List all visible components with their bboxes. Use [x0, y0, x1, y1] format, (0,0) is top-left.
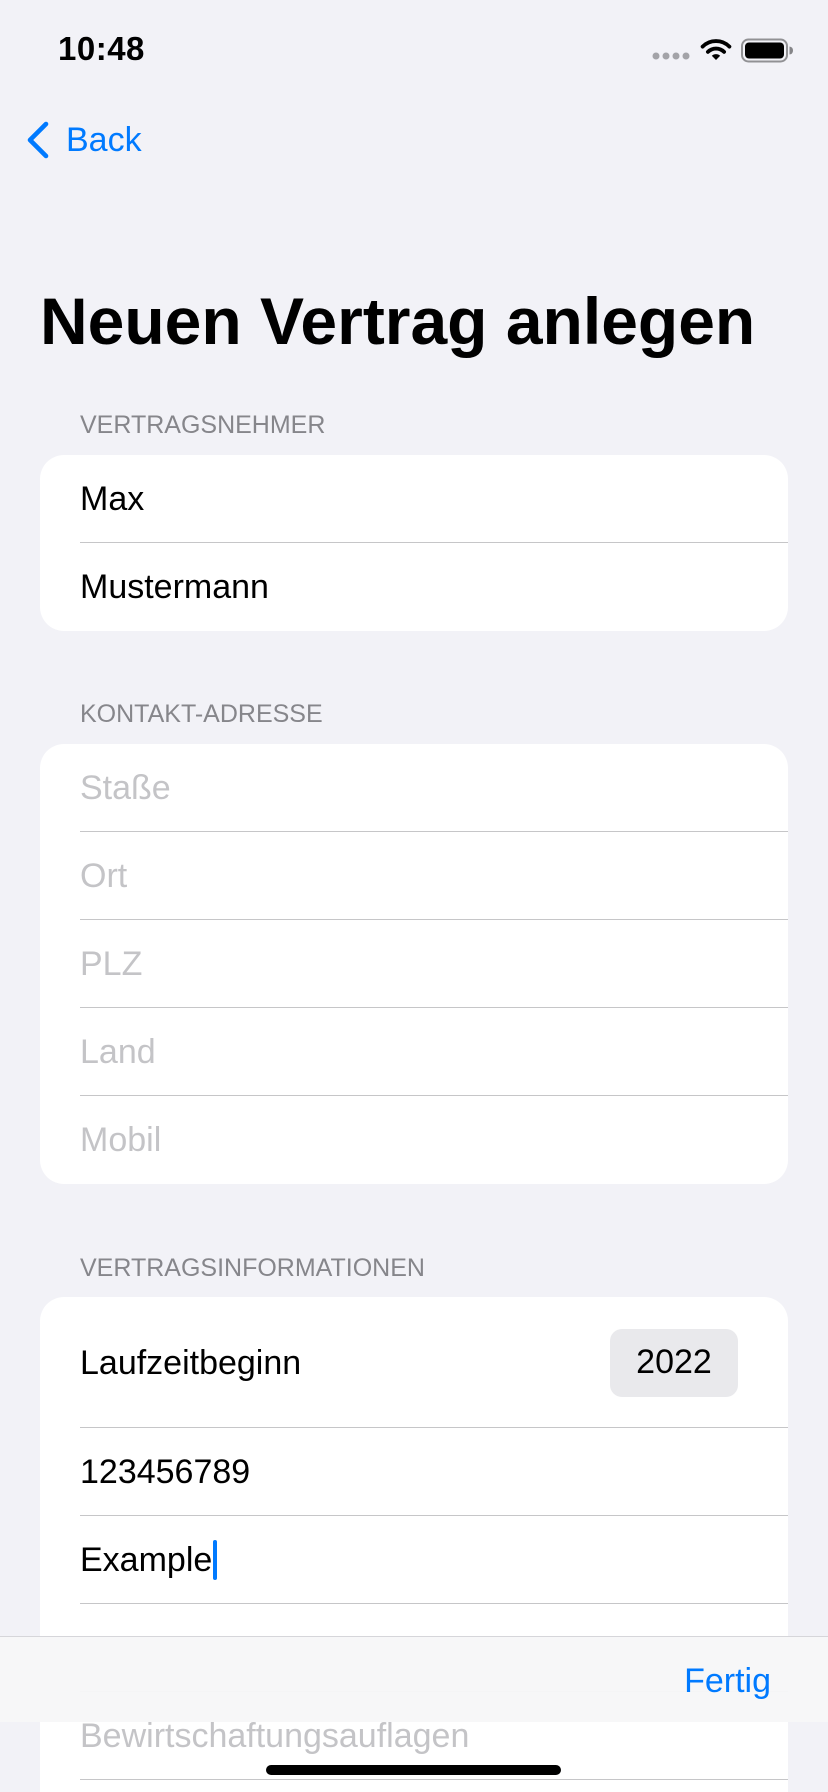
street-field[interactable] — [80, 744, 788, 832]
keyboard-toolbar: Fertig — [0, 1636, 828, 1722]
vertragsnehmer-card — [40, 455, 788, 631]
form-row: Example — [40, 1516, 788, 1604]
page-title: Neuen Vertrag anlegen — [40, 284, 756, 358]
first-name-field[interactable] — [80, 455, 788, 543]
description-field-text: Example — [80, 1540, 213, 1579]
kontakt-card — [40, 744, 788, 1184]
screen: 10:48 Back Neuen Vertrag anlegen VERTRAG… — [0, 0, 828, 1792]
laufzeitbeginn-row: Laufzeitbeginn 2022 — [40, 1297, 788, 1428]
status-time: 10:48 — [58, 30, 145, 67]
laufzeitbeginn-year-button[interactable]: 2022 — [610, 1328, 738, 1397]
battery-icon — [741, 38, 793, 63]
description-field[interactable]: Example — [80, 1516, 218, 1604]
contract-number-field[interactable] — [80, 1428, 788, 1516]
form-row — [40, 1428, 788, 1516]
section-header-kontakt: KONTAKT-ADRESSE — [80, 700, 323, 728]
section-header-vertragsnehmer: VERTRAGSNEHMER — [80, 411, 326, 439]
text-cursor — [213, 1540, 218, 1580]
wifi-icon — [700, 39, 732, 60]
form-row — [40, 920, 788, 1008]
form-row — [40, 832, 788, 920]
form-row — [40, 543, 788, 631]
city-field[interactable] — [80, 832, 788, 920]
home-indicator[interactable] — [266, 1765, 561, 1775]
last-name-field[interactable] — [80, 543, 788, 631]
country-field[interactable] — [80, 1008, 788, 1096]
form-row — [40, 455, 788, 543]
cellular-dots-icon — [652, 52, 690, 60]
back-button[interactable]: Back — [20, 116, 146, 164]
back-label: Back — [66, 121, 142, 159]
mobile-field[interactable] — [80, 1096, 788, 1184]
chevron-left-icon — [27, 121, 49, 159]
form-row — [40, 1096, 788, 1184]
form-row — [40, 1008, 788, 1096]
section-header-vertragsinformationen: VERTRAGSINFORMATIONEN — [80, 1254, 425, 1282]
laufzeitbeginn-label: Laufzeitbeginn — [80, 1343, 302, 1382]
done-button[interactable]: Fertig — [684, 1661, 771, 1701]
zip-field[interactable] — [80, 920, 788, 1008]
form-row — [40, 744, 788, 832]
